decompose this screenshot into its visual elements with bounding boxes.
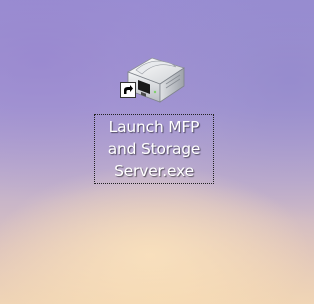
- icon-label-line: and Storage: [107, 140, 201, 158]
- icon-label-line: Launch MFP: [108, 118, 200, 136]
- launch-mfp-storage-server-shortcut[interactable]: Launch MFP and Storage Server.exe: [92, 50, 218, 202]
- icon-label-line: Server.exe: [114, 162, 194, 180]
- printer-server-icon: [122, 50, 188, 108]
- desktop[interactable]: Launch MFP and Storage Server.exe: [0, 0, 314, 304]
- shortcut-arrow-icon: [120, 82, 136, 98]
- icon-label[interactable]: Launch MFP and Storage Server.exe: [94, 114, 214, 184]
